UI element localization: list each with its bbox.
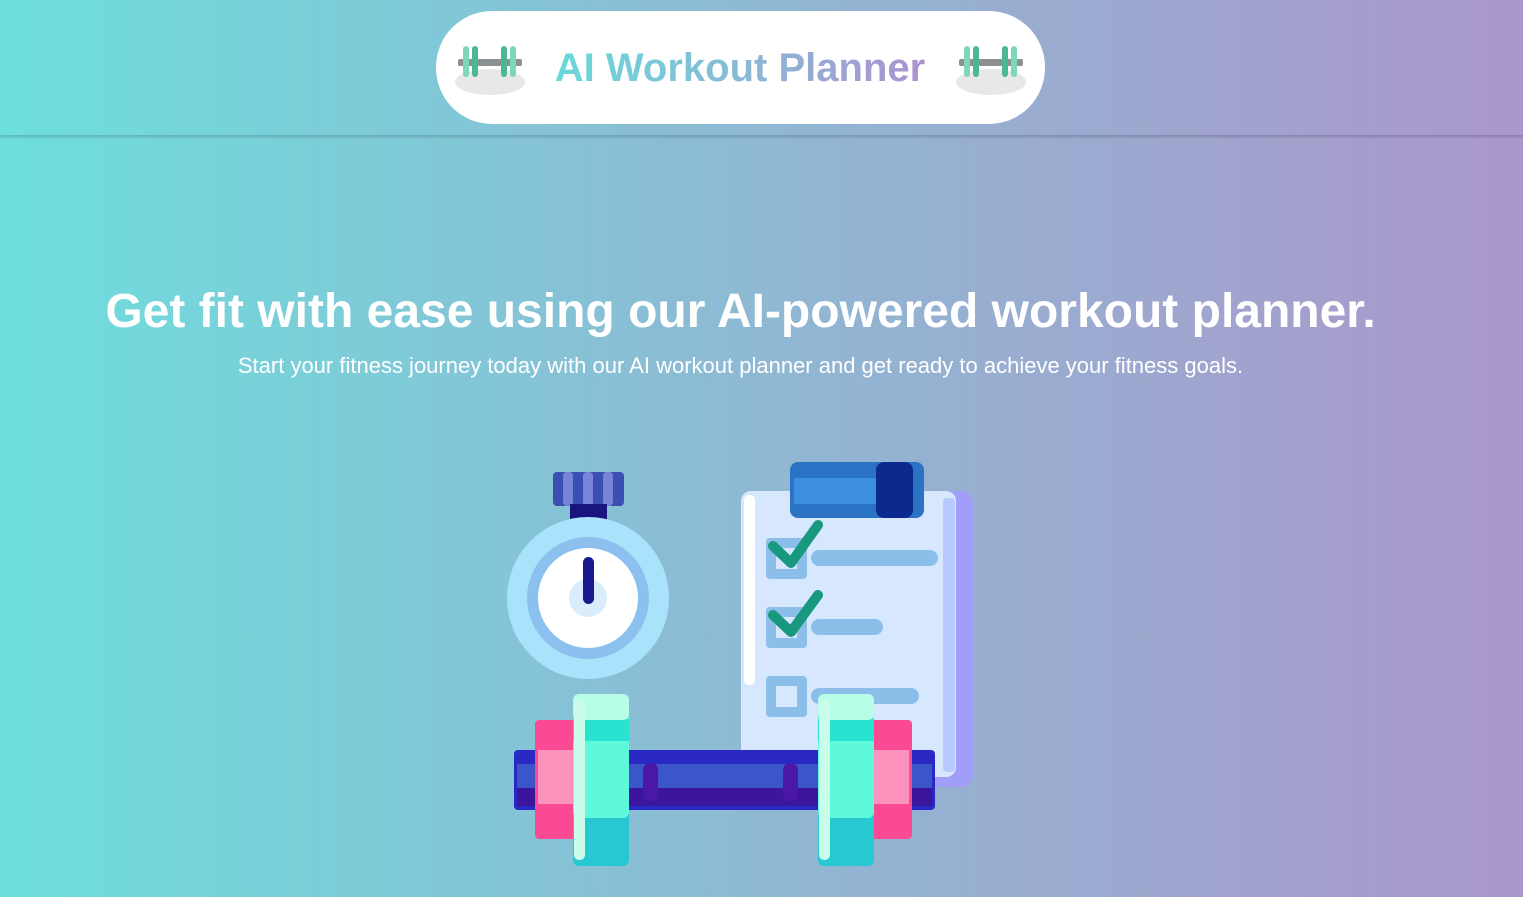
dumbbell-icon [956, 46, 1026, 95]
top-bar: AI Workout Planner [0, 0, 1523, 135]
stopwatch-icon [507, 472, 669, 679]
dumbbell-illustration-icon [514, 694, 935, 866]
app-title: AI Workout Planner [540, 44, 940, 92]
workout-illustration [507, 462, 973, 866]
hero-subheadline: Start your fitness journey today with ou… [237, 353, 1244, 378]
dumbbell-icon [455, 46, 525, 95]
hero-headline: Get fit with ease using our AI-powered w… [105, 285, 1376, 338]
